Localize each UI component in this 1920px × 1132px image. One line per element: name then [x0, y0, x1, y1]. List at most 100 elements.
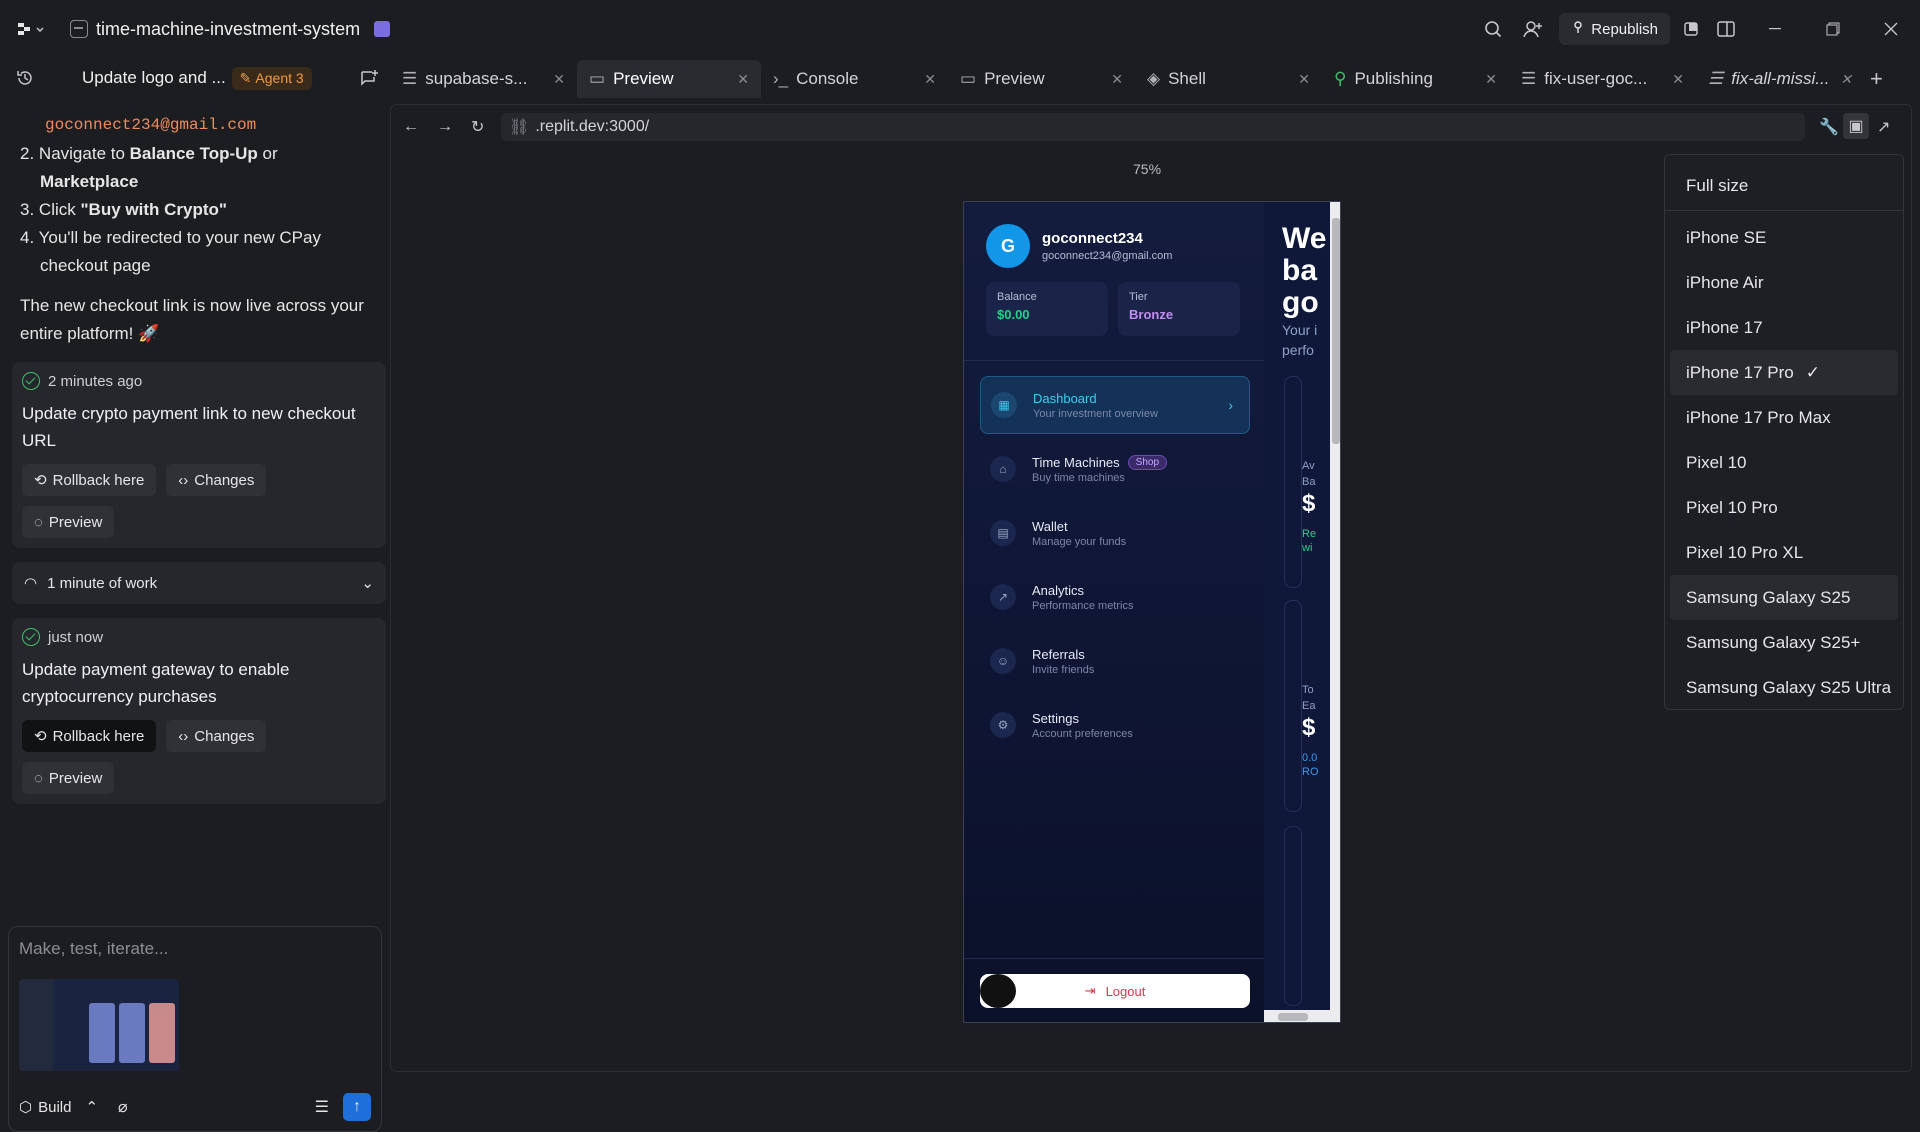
project-selector[interactable]: time-machine-investment-system — [70, 18, 391, 40]
nav-analytics[interactable]: ↗ Analytics Performance metrics — [980, 568, 1250, 626]
send-button[interactable]: ↑ — [343, 1093, 371, 1121]
history-icon[interactable] — [16, 69, 34, 87]
forward-icon[interactable]: → — [437, 118, 453, 136]
tab-preview[interactable]: ▭ Preview ✕ — [577, 60, 761, 98]
device-toggle-icon[interactable]: ▣ — [1843, 113, 1869, 139]
close-icon[interactable]: ✕ — [1111, 71, 1123, 88]
changes-button[interactable]: ‹› Changes — [166, 464, 267, 496]
nav-wallet[interactable]: ▤ Wallet Manage your funds — [980, 504, 1250, 562]
input-placeholder[interactable]: Make, test, iterate... — [9, 927, 381, 971]
nav-time-machines[interactable]: ⌂ Time Machines Shop Buy time machines — [980, 440, 1250, 498]
work-label: 1 minute of work — [47, 574, 158, 592]
new-chat-icon[interactable] — [360, 69, 378, 87]
nav-referrals[interactable]: ☺ Referrals Invite friends — [980, 632, 1250, 690]
close-icon[interactable]: ✕ — [1298, 71, 1310, 88]
build-mode-button[interactable]: ⬡ Build ⌃ — [19, 1098, 98, 1117]
close-icon[interactable]: ✕ — [1672, 71, 1684, 88]
device-option[interactable]: Samsung Galaxy S25+ — [1670, 620, 1898, 665]
invite-user-icon[interactable] — [1513, 20, 1553, 38]
restore-icon[interactable] — [1804, 0, 1862, 58]
cursor-spinner — [980, 974, 1016, 1008]
close-icon[interactable]: ✕ — [553, 71, 565, 88]
back-icon[interactable]: ← — [403, 118, 419, 136]
devtools-icon[interactable]: 🔧 — [1819, 117, 1839, 137]
device-option[interactable]: iPhone 17 — [1670, 305, 1898, 350]
nav-dashboard[interactable]: ▦ Dashboard Your investment overview › — [980, 376, 1250, 434]
device-option-hover[interactable]: Samsung Galaxy S25 — [1670, 575, 1898, 620]
checkpoint-message: Update crypto payment link to new checko… — [22, 404, 356, 450]
top-bar: time-machine-investment-system Republish — [0, 0, 1920, 58]
code-icon: ‹› — [178, 471, 189, 489]
check-icon: ✓ — [1805, 362, 1820, 382]
device-option[interactable]: Samsung Galaxy S25 Ultra — [1670, 665, 1898, 710]
users-icon: ☺ — [990, 648, 1016, 674]
avatar[interactable]: G — [986, 224, 1030, 268]
link-icon: ⛓ — [509, 119, 530, 136]
device-size-menu: Full size iPhone SE iPhone Air iPhone 17… — [1664, 154, 1904, 710]
tier-card: Tier Bronze — [1118, 282, 1240, 336]
reload-icon[interactable]: ↻ — [471, 117, 484, 137]
url-input[interactable]: ⛓ .replit.dev:3000/ — [501, 113, 1805, 141]
republish-label: Republish — [1591, 20, 1658, 38]
minimize-icon[interactable] — [1746, 0, 1804, 58]
url-text: .replit.dev:3000/ — [535, 118, 650, 135]
tab-supabase[interactable]: ☰ supabase-s... ✕ — [390, 60, 577, 98]
search-icon[interactable] — [1473, 20, 1513, 38]
close-icon[interactable]: ✕ — [1840, 71, 1852, 88]
paperclip-icon[interactable]: ⌀ — [118, 1097, 128, 1117]
tab-fix-user[interactable]: ☰ fix-user-goc... ✕ — [1509, 60, 1696, 98]
user-email: goconnect234@gmail.com — [1042, 250, 1173, 262]
tab-console[interactable]: ›_ Console ✕ — [761, 60, 948, 98]
device-option[interactable]: iPhone SE — [1670, 215, 1898, 260]
close-window-icon[interactable] — [1862, 0, 1920, 58]
email-code: goconnect234@gmail.com — [45, 116, 257, 134]
close-icon[interactable]: ✕ — [1485, 71, 1497, 88]
checkpoint-time: 2 minutes ago — [48, 372, 143, 390]
device-option[interactable]: Pixel 10 — [1670, 440, 1898, 485]
split-layout-icon[interactable] — [1706, 21, 1746, 37]
checkpoint-message: Update payment gateway to enable cryptoc… — [22, 660, 290, 706]
tab-publishing[interactable]: ⚲ Publishing ✕ — [1322, 60, 1509, 98]
device-option-selected[interactable]: iPhone 17 Pro ✓ — [1670, 350, 1898, 395]
tab-preview-2[interactable]: ▭ Preview ✕ — [948, 60, 1135, 98]
horizontal-scrollbar[interactable] — [1264, 1010, 1330, 1022]
message-paragraph: The new checkout link is now live across… — [20, 296, 364, 343]
preview-button[interactable]: ◌ Preview — [22, 506, 115, 538]
metric-card — [1284, 826, 1302, 1006]
app-sidebar: G goconnect234 goconnect234@gmail.com Ba… — [964, 202, 1264, 1022]
chat-title: Update logo and ... — [82, 68, 226, 87]
device-option[interactable]: iPhone 17 Pro Max — [1670, 395, 1898, 440]
settings-sliders-icon[interactable]: ☰ — [315, 1097, 329, 1117]
steps-list: 2. Navigate to Balance Top-Up or Marketp… — [20, 140, 378, 280]
external-link-icon[interactable]: ↗ — [1877, 117, 1890, 137]
close-icon[interactable]: ✕ — [924, 71, 936, 88]
shop-badge: Shop — [1127, 454, 1168, 470]
add-tab-icon[interactable]: + — [1870, 66, 1883, 92]
tab-shell[interactable]: ◈ Shell ✕ — [1135, 60, 1322, 98]
device-option[interactable]: iPhone Air — [1670, 260, 1898, 305]
nav-settings[interactable]: ⚙ Settings Account preferences — [980, 696, 1250, 754]
vertical-scrollbar[interactable] — [1330, 202, 1340, 1022]
check-circle-icon — [22, 628, 40, 646]
preview-button[interactable]: ◌ Preview — [22, 762, 115, 794]
replit-menu-icon[interactable] — [18, 20, 48, 38]
device-option[interactable]: Pixel 10 Pro — [1670, 485, 1898, 530]
rollback-button[interactable]: ⟲ Rollback here — [22, 720, 157, 752]
tab-fix-all[interactable]: ☰ fix-all-missi... ✕ — [1696, 60, 1856, 98]
device-option-full-size[interactable]: Full size — [1670, 163, 1898, 208]
work-summary[interactable]: ◠ 1 minute of work ⌄ — [12, 562, 386, 604]
stop-icon[interactable] — [1676, 22, 1706, 36]
publish-icon: ⚲ — [1334, 69, 1347, 88]
attachment-thumbnail[interactable] — [19, 979, 179, 1071]
device-option[interactable]: Pixel 10 Pro XL — [1670, 530, 1898, 575]
chevron-down-icon: ⌄ — [361, 575, 374, 592]
close-icon[interactable]: ✕ — [737, 71, 749, 88]
project-name: time-machine-investment-system — [96, 18, 361, 39]
changes-button[interactable]: ‹› Changes — [166, 720, 267, 752]
chevron-right-icon: › — [1228, 397, 1233, 413]
republish-button[interactable]: Republish — [1559, 13, 1670, 45]
chat-input[interactable]: Make, test, iterate... ⬡ Build ⌃ ⌀ ☰ ↑ — [8, 926, 382, 1132]
rollback-button[interactable]: ⟲ Rollback here — [22, 464, 157, 496]
logout-button[interactable]: ⇥ Logout — [980, 974, 1250, 1008]
database-icon: ☰ — [1708, 69, 1724, 88]
